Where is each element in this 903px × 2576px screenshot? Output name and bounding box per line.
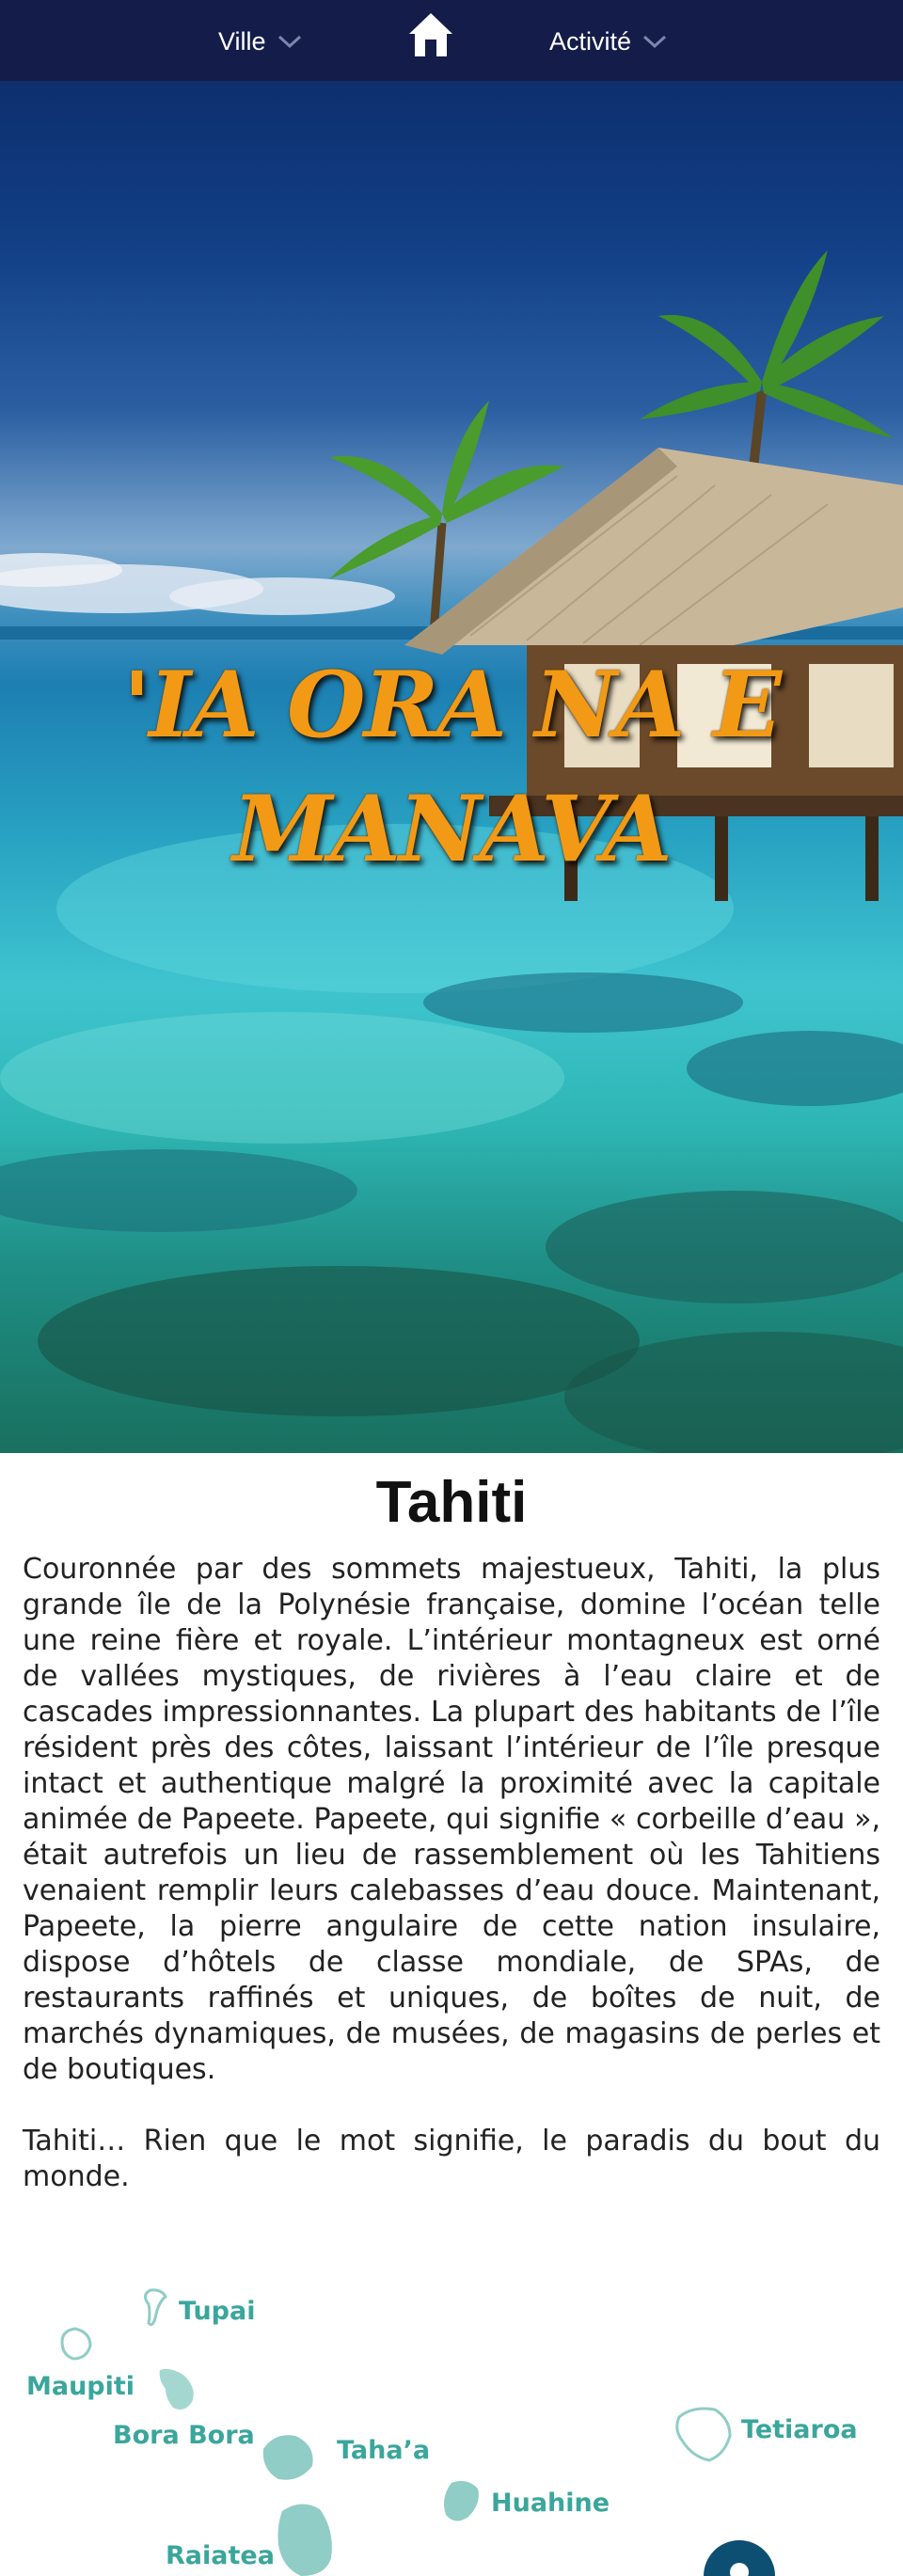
islands-map: Tupai Maupiti Bora Bora Taha’a Tetiaroa … xyxy=(0,2248,903,2576)
home-icon[interactable] xyxy=(407,11,454,58)
tagline-paragraph: Tahiti… Rien que le mot signifie, le par… xyxy=(23,2125,880,2193)
islands-map-shapes xyxy=(60,2288,775,2576)
nav-activite-label: Activité xyxy=(549,26,632,55)
island-label-raiatea[interactable]: Raiatea xyxy=(166,2541,275,2570)
island-label-maupiti[interactable]: Maupiti xyxy=(26,2372,135,2401)
island-shape-huahine xyxy=(444,2481,479,2521)
island-shape-tetiaroa xyxy=(675,2407,732,2462)
chevron-down-icon xyxy=(642,34,667,49)
island-shape-tupai xyxy=(144,2288,167,2327)
chevron-down-icon xyxy=(277,34,302,49)
island-label-tetiaroa[interactable]: Tetiaroa xyxy=(741,2415,858,2444)
island-label-tupai[interactable]: Tupai xyxy=(179,2297,255,2326)
island-shape-borabora xyxy=(159,2368,194,2410)
nav-dropdown-activite[interactable]: Activité xyxy=(549,24,667,58)
map-pin-icon xyxy=(704,2540,775,2576)
island-shape-tahaa xyxy=(262,2435,313,2480)
page-title: Tahiti xyxy=(375,1470,528,1535)
intro-paragraph: Couronnée par des sommets majestueux, Ta… xyxy=(23,1553,880,2086)
island-label-huahine[interactable]: Huahine xyxy=(491,2489,610,2518)
hero-title: 'IA ORA NA E MANAVA xyxy=(0,643,903,892)
hero-title-line2: MANAVA xyxy=(232,776,673,882)
island-shape-maupiti xyxy=(60,2327,92,2361)
top-navbar: Ville Activité xyxy=(0,0,903,81)
hero-banner: 'IA ORA NA E MANAVA xyxy=(0,81,903,1453)
nav-dropdown-ville[interactable]: Ville xyxy=(218,24,302,58)
island-label-borabora[interactable]: Bora Bora xyxy=(113,2421,255,2450)
island-label-tahaa[interactable]: Taha’a xyxy=(337,2436,430,2465)
hero-title-line1: 'IA ORA NA E xyxy=(122,652,782,758)
island-shape-raiatea xyxy=(277,2504,332,2576)
nav-ville-label: Ville xyxy=(218,26,266,55)
